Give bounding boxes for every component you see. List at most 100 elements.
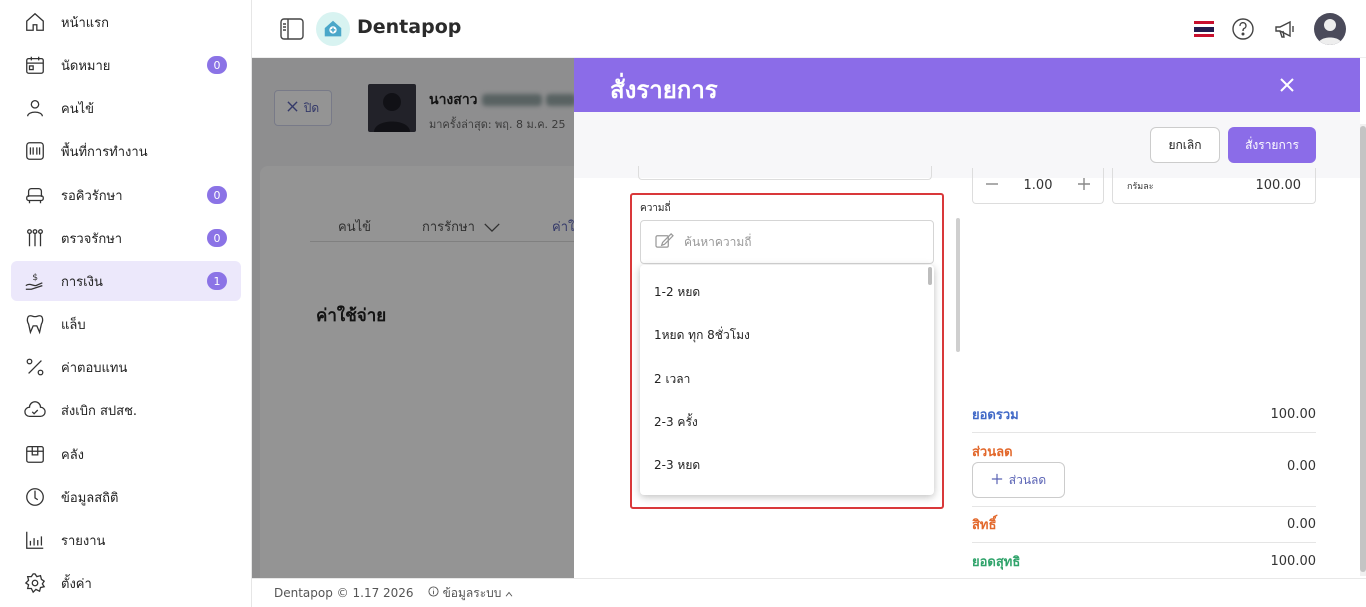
topbar: Dentapop [252, 0, 1366, 58]
drawer-header: สั่งรายการ [574, 58, 1360, 112]
sidebar-item-waiting-queue[interactable]: รอคิวรักษา 0 [11, 175, 241, 215]
money-hand-icon: $ [23, 270, 47, 292]
sidebar-item-statistics[interactable]: ข้อมูลสถิติ [11, 477, 241, 517]
sidebar-item-label: นัดหมาย [61, 58, 111, 74]
finance-badge: 1 [207, 272, 227, 290]
sidebar-item-label: หน้าแรก [61, 15, 109, 31]
workspace-icon [23, 140, 47, 162]
frequency-option[interactable]: 2 เวลา [640, 358, 930, 401]
bar-chart-icon [23, 529, 47, 551]
sidebar-item-examination[interactable]: ตรวจรักษา 0 [11, 218, 241, 258]
sidebar-item-label: พื้นที่การทำงาน [61, 144, 148, 160]
close-icon[interactable] [1276, 74, 1298, 96]
sidebar-item-label: ตั้งค่า [61, 576, 92, 592]
divider [972, 506, 1316, 507]
frequency-label: ความถี่ [640, 203, 671, 214]
place-order-button[interactable]: สั่งรายการ [1228, 127, 1316, 163]
appointments-badge: 0 [207, 56, 227, 74]
sidebar-item-inventory[interactable]: คลัง [11, 434, 241, 474]
item-field[interactable] [638, 166, 932, 180]
sidebar-item-label: ข้อมูลสถิติ [61, 490, 119, 506]
sidebar-item-nhso-claim[interactable]: ส่งเบิก สปสช. [11, 390, 241, 430]
drawer-title: สั่งรายการ [610, 76, 718, 104]
cloud-check-icon [23, 399, 47, 421]
home-icon [23, 11, 47, 33]
divider [972, 432, 1316, 433]
frequency-search-input[interactable]: ค้นหาความถี่ [640, 220, 934, 264]
help-icon[interactable] [1230, 16, 1256, 42]
rights-value: 0.00 [1287, 517, 1316, 532]
sidebar-item-label: ส่งเบิก สปสช. [61, 403, 138, 419]
sidebar-item-label: การเงิน [61, 274, 103, 290]
system-info-label: ข้อมูลระบบ [442, 585, 502, 600]
sidebar-item-lab[interactable]: แล็บ [11, 304, 241, 344]
divider [972, 542, 1316, 543]
plus-icon [991, 473, 1003, 488]
waiting-queue-badge: 0 [207, 186, 227, 204]
quantity-stepper[interactable]: 1.00 [972, 168, 1104, 204]
unit-label: กรัมละ [1127, 181, 1154, 192]
percent-icon [23, 356, 47, 378]
user-avatar[interactable] [1314, 13, 1346, 45]
sidebar-item-label: รายงาน [61, 533, 106, 549]
svg-text:$: $ [32, 272, 38, 283]
sidebar-item-appointments[interactable]: นัดหมาย 0 [11, 45, 241, 85]
quantity-value: 1.00 [1023, 178, 1053, 193]
brand-name: Dentapop [357, 16, 462, 38]
sidebar-item-reports[interactable]: รายงาน [11, 520, 241, 560]
examination-badge: 0 [207, 229, 227, 247]
user-icon [23, 97, 47, 119]
gear-icon [23, 572, 47, 594]
sidebar-item-patients[interactable]: คนไข้ [11, 88, 241, 128]
dropdown-scrollbar[interactable] [928, 267, 932, 285]
frequency-field-group: ความถี่ ค้นหาความถี่ 1-2 หยด 1หยด ทุก 8ช… [630, 193, 944, 509]
sidebar-item-label: ค่าตอบแทน [61, 360, 128, 376]
footer: Dentapop © 1.17 2026 ข้อมูลระบบ [252, 578, 1366, 607]
brand-logo-icon [316, 12, 350, 46]
form-scrollbar[interactable] [956, 218, 960, 352]
add-discount-button[interactable]: ส่วนลด [972, 462, 1065, 498]
add-discount-label: ส่วนลด [1008, 472, 1047, 487]
sidebar-item-label: คลัง [61, 447, 85, 463]
frequency-option[interactable]: 1หยด ทุก 8ชั่วโมง [640, 314, 930, 357]
sidebar-item-compensation[interactable]: ค่าตอบแทน [11, 347, 241, 387]
dental-tools-icon [23, 227, 47, 249]
order-drawer: สั่งรายการ ยกเลิก สั่งรายการ 1.00 กรัมละ… [574, 58, 1366, 578]
drawer-scrollbar[interactable] [1360, 124, 1366, 576]
sidebar-toggle-icon[interactable] [280, 18, 304, 40]
cancel-button[interactable]: ยกเลิก [1150, 127, 1220, 163]
sidebar-item-workspace[interactable]: พื้นที่การทำงาน [11, 131, 241, 171]
plus-icon[interactable] [1077, 177, 1091, 195]
sidebar-item-label: แล็บ [61, 317, 86, 333]
box-icon [23, 443, 47, 465]
chevron-up-icon [505, 586, 513, 600]
copyright: Dentapop © 1.17 2026 [274, 586, 414, 600]
net-label: ยอดสุทธิ [972, 555, 1021, 570]
sidebar-item-label: คนไข้ [61, 101, 95, 117]
calendar-icon [23, 54, 47, 76]
total-value: 100.00 [1270, 407, 1317, 422]
megaphone-icon[interactable] [1272, 16, 1298, 42]
frequency-dropdown: 1-2 หยด 1หยด ทุก 8ชั่วโมง 2 เวลา 2-3 ครั… [640, 265, 934, 495]
frequency-option[interactable]: 2-3 ครั้ง [640, 401, 930, 444]
frequency-option[interactable]: 2-3 หยด [640, 444, 930, 487]
tooth-icon [23, 313, 47, 335]
dental-chair-icon [23, 184, 47, 206]
net-value: 100.00 [1270, 554, 1317, 569]
thai-flag-icon[interactable] [1194, 21, 1214, 37]
rights-row: สิทธิ์ 0.00 [972, 514, 1316, 535]
topbar-actions [1194, 12, 1346, 46]
sidebar-item-home[interactable]: หน้าแรก [11, 2, 241, 42]
unit-price-field[interactable]: กรัมละ 100.00 [1112, 168, 1316, 204]
sidebar: หน้าแรก นัดหมาย 0 คนไข้ พื้นที่การทำงาน … [0, 0, 252, 607]
net-row: ยอดสุทธิ 100.00 [972, 551, 1316, 572]
system-info-link[interactable]: ข้อมูลระบบ [428, 584, 514, 603]
statistics-icon [23, 486, 47, 508]
minus-icon[interactable] [985, 177, 999, 195]
drawer-scrollbar-thumb[interactable] [1360, 126, 1366, 572]
frequency-option[interactable]: 1-2 หยด [640, 271, 930, 314]
sidebar-item-finance[interactable]: $ การเงิน 1 [11, 261, 241, 301]
frequency-placeholder: ค้นหาความถี่ [684, 234, 752, 249]
sidebar-item-label: ตรวจรักษา [61, 231, 123, 247]
sidebar-item-settings[interactable]: ตั้งค่า [11, 563, 241, 603]
